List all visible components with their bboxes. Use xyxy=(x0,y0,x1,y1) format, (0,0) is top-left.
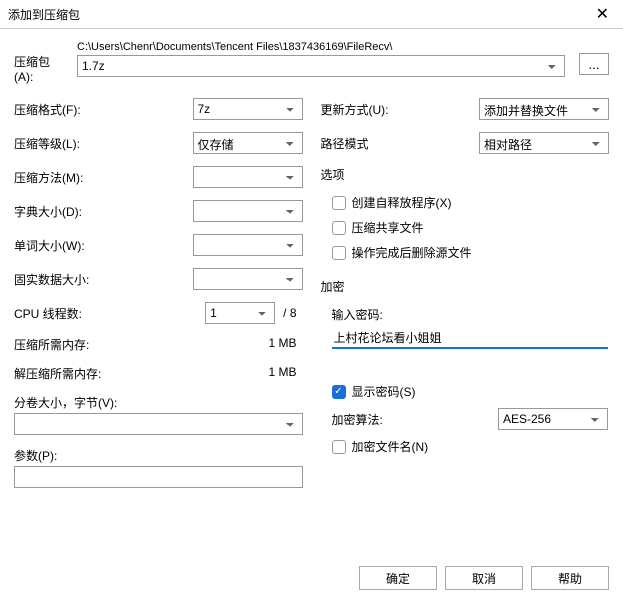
format-select[interactable]: 7z xyxy=(193,98,303,120)
show-password-checkbox[interactable]: ✓ xyxy=(332,385,346,399)
window-title: 添加到压缩包 xyxy=(8,6,80,23)
solid-select[interactable] xyxy=(193,268,303,290)
update-select[interactable]: 添加并替换文件 xyxy=(479,98,609,120)
close-icon[interactable]: ✕ xyxy=(590,4,615,24)
archive-label: 压缩包(A): xyxy=(14,39,69,84)
ok-button[interactable]: 确定 xyxy=(359,566,437,590)
mem-compress-label: 压缩所需内存: xyxy=(14,336,89,353)
update-label: 更新方式(U): xyxy=(321,101,401,118)
method-label: 压缩方法(M): xyxy=(14,169,114,186)
dict-select[interactable] xyxy=(193,200,303,222)
mem-compress-value: 1 MB xyxy=(268,336,296,353)
sfx-label: 创建自释放程序(X) xyxy=(352,194,452,211)
mem-decompress-value: 1 MB xyxy=(268,365,296,382)
share-label: 压缩共享文件 xyxy=(352,219,424,236)
format-label: 压缩格式(F): xyxy=(14,101,114,118)
sfx-checkbox[interactable] xyxy=(332,196,346,210)
pathmode-select[interactable]: 相对路径 xyxy=(479,132,609,154)
password-label: 输入密码: xyxy=(332,306,609,323)
encrypt-legend: 加密 xyxy=(321,278,610,295)
level-label: 压缩等级(L): xyxy=(14,135,114,152)
level-select[interactable]: 仅存储 xyxy=(193,132,303,154)
delete-after-checkbox[interactable] xyxy=(332,246,346,260)
cancel-button[interactable]: 取消 xyxy=(445,566,523,590)
pathmode-label: 路径模式 xyxy=(321,135,401,152)
password-input[interactable] xyxy=(332,327,609,349)
mem-decompress-label: 解压缩所需内存: xyxy=(14,365,101,382)
volume-label: 分卷大小，字节(V): xyxy=(14,394,303,411)
help-button[interactable]: 帮助 xyxy=(531,566,609,590)
params-label: 参数(P): xyxy=(14,447,303,464)
show-password-label: 显示密码(S) xyxy=(352,383,416,400)
archive-path: C:\Users\Chenr\Documents\Tencent Files\1… xyxy=(77,39,565,55)
algo-select[interactable]: AES-256 xyxy=(498,408,608,430)
params-input[interactable] xyxy=(14,466,303,488)
cpu-label: CPU 线程数: xyxy=(14,305,82,322)
options-legend: 选项 xyxy=(321,166,610,183)
archive-name-select[interactable]: 1.7z xyxy=(77,55,565,77)
browse-button[interactable]: ... xyxy=(579,53,609,75)
method-select[interactable] xyxy=(193,166,303,188)
encrypt-names-label: 加密文件名(N) xyxy=(352,438,429,455)
delete-after-label: 操作完成后删除源文件 xyxy=(352,244,472,261)
volume-select[interactable] xyxy=(14,413,303,435)
dict-label: 字典大小(D): xyxy=(14,203,114,220)
word-select[interactable] xyxy=(193,234,303,256)
word-label: 单词大小(W): xyxy=(14,237,114,254)
solid-label: 固实数据大小: xyxy=(14,271,114,288)
cpu-select[interactable]: 1 xyxy=(205,302,275,324)
encrypt-names-checkbox[interactable] xyxy=(332,440,346,454)
algo-label: 加密算法: xyxy=(332,411,383,428)
cpu-total: / 8 xyxy=(283,306,302,320)
share-checkbox[interactable] xyxy=(332,221,346,235)
